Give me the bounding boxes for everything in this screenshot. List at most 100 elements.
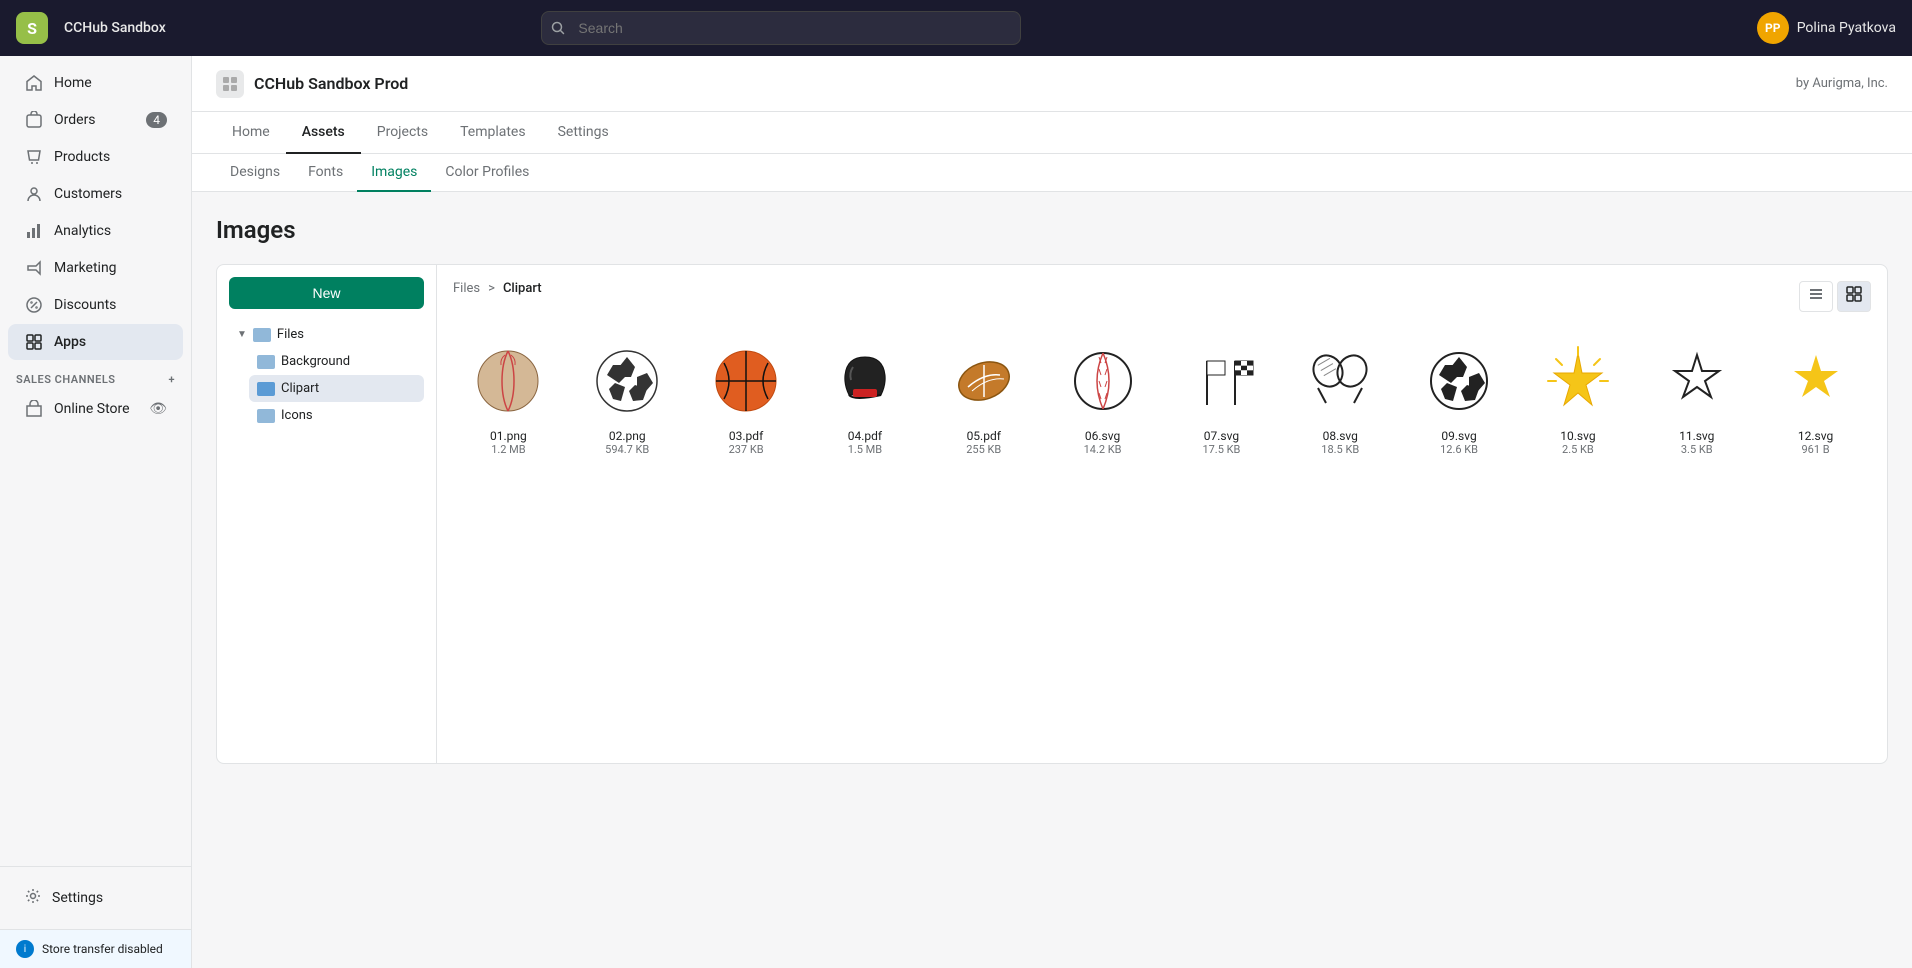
sub-tab-images[interactable]: Images	[357, 154, 431, 192]
sidebar-item-discounts[interactable]: Discounts	[8, 287, 183, 323]
sub-tab-fonts[interactable]: Fonts	[294, 154, 357, 192]
sidebar-item-customers[interactable]: Customers	[8, 176, 183, 212]
page-title: Images	[216, 216, 1888, 244]
sidebar-item-label: Customers	[54, 186, 122, 202]
tree-icons-label: Icons	[281, 408, 313, 423]
file-name: 02.png	[609, 429, 646, 443]
file-thumbnail	[1538, 341, 1618, 421]
user-menu[interactable]: PP Polina Pyatkova	[1757, 12, 1896, 44]
file-item-05[interactable]: 05.pdf 255 KB	[928, 328, 1039, 465]
file-size: 237 KB	[729, 443, 764, 456]
file-thumbnail	[1181, 341, 1261, 421]
file-thumbnail	[1657, 341, 1737, 421]
file-size: 14.2 KB	[1084, 443, 1122, 456]
file-grid: 01.png 1.2 MB	[453, 328, 1871, 465]
online-store-eye-icon[interactable]: 👁	[149, 401, 167, 417]
avatar: PP	[1757, 12, 1789, 44]
file-item-06[interactable]: 06.svg 14.2 KB	[1047, 328, 1158, 465]
search-icon	[551, 21, 565, 35]
breadcrumb-clipart: Clipart	[503, 281, 542, 296]
sidebar-item-label: Marketing	[54, 260, 117, 276]
file-thumbnail	[1419, 341, 1499, 421]
orders-icon	[24, 110, 44, 130]
sidebar-item-home[interactable]: Home	[8, 65, 183, 101]
shopify-logo: S	[16, 12, 48, 44]
file-item-08[interactable]: 08.svg 18.5 KB	[1285, 328, 1396, 465]
file-item-07[interactable]: 07.svg 17.5 KB	[1166, 328, 1277, 465]
search-input[interactable]	[541, 11, 1021, 45]
store-transfer-label: Store transfer disabled	[42, 942, 163, 956]
marketing-icon	[24, 258, 44, 278]
tree-item-clipart[interactable]: Clipart	[249, 375, 424, 402]
new-button[interactable]: New	[229, 277, 424, 309]
file-item-11[interactable]: 11.svg 3.5 KB	[1641, 328, 1752, 465]
app-name: CCHub Sandbox Prod	[254, 74, 408, 93]
file-grid-area: Files > Clipart	[437, 265, 1887, 763]
file-size: 3.5 KB	[1681, 443, 1713, 456]
file-item-01[interactable]: 01.png 1.2 MB	[453, 328, 564, 465]
file-name: 04.pdf	[848, 429, 882, 443]
file-size: 18.5 KB	[1321, 443, 1359, 456]
folder-icon	[257, 355, 275, 369]
sidebar-item-products[interactable]: Products	[8, 139, 183, 175]
file-item-10[interactable]: 10.svg 2.5 KB	[1523, 328, 1634, 465]
add-sales-channel-button[interactable]: +	[168, 373, 175, 386]
tab-home[interactable]: Home	[216, 112, 286, 154]
tree-item-background[interactable]: Background	[249, 348, 424, 375]
tree-item-files[interactable]: ▼ Files	[229, 321, 424, 348]
file-name: 07.svg	[1204, 429, 1239, 443]
sidebar-item-apps[interactable]: Apps	[8, 324, 183, 360]
sidebar-item-label: Products	[54, 149, 110, 165]
tab-assets[interactable]: Assets	[286, 112, 361, 154]
search-bar	[541, 11, 1021, 45]
file-thumbnail	[706, 341, 786, 421]
sidebar-item-orders[interactable]: Orders 4	[8, 102, 183, 138]
settings-icon	[24, 887, 42, 909]
tab-settings[interactable]: Settings	[542, 112, 625, 154]
sidebar-item-analytics[interactable]: Analytics	[8, 213, 183, 249]
file-thumbnail	[468, 341, 548, 421]
sub-tab-color-profiles[interactable]: Color Profiles	[431, 154, 543, 192]
file-item-12[interactable]: 12.svg 961 B	[1760, 328, 1871, 465]
tree-files-label: Files	[277, 327, 304, 342]
app-title: CCHub Sandbox Prod	[216, 70, 408, 98]
sidebar-item-marketing[interactable]: Marketing	[8, 250, 183, 286]
info-icon: i	[16, 940, 34, 958]
breadcrumb: Files > Clipart	[453, 281, 542, 296]
file-size: 1.5 MB	[848, 443, 882, 456]
file-name: 11.svg	[1679, 429, 1714, 443]
sidebar-footer: Settings	[0, 866, 191, 929]
file-name: 10.svg	[1560, 429, 1595, 443]
file-tree: New ▼ Files Background Clipart	[217, 265, 437, 763]
app-icon	[216, 70, 244, 98]
sidebar-item-online-store[interactable]: Online Store 👁	[8, 391, 183, 427]
sidebar-item-label: Analytics	[54, 223, 111, 239]
sub-tabs: Designs Fonts Images Color Profiles	[192, 154, 1912, 192]
sidebar-nav: Home Orders 4 Products Customers	[0, 56, 191, 866]
breadcrumb-files[interactable]: Files	[453, 281, 480, 296]
file-thumbnail	[587, 341, 667, 421]
file-item-04[interactable]: 04.pdf 1.5 MB	[810, 328, 921, 465]
tab-projects[interactable]: Projects	[361, 112, 444, 154]
file-name: 06.svg	[1085, 429, 1120, 443]
sidebar: Home Orders 4 Products Customers	[0, 56, 192, 968]
grid-view-button[interactable]	[1837, 281, 1871, 312]
online-store-icon	[24, 399, 44, 419]
app-header: CCHub Sandbox Prod by Aurigma, Inc.	[192, 56, 1912, 112]
list-view-button[interactable]	[1799, 281, 1833, 312]
file-item-02[interactable]: 02.png 594.7 KB	[572, 328, 683, 465]
file-name: 09.svg	[1441, 429, 1476, 443]
file-item-03[interactable]: 03.pdf 237 KB	[691, 328, 802, 465]
settings-button[interactable]: Settings	[8, 879, 183, 917]
file-item-09[interactable]: 09.svg 12.6 KB	[1404, 328, 1515, 465]
main-tabs: Home Assets Projects Templates Settings	[192, 112, 1912, 154]
sidebar-item-label: Home	[54, 75, 92, 91]
sidebar-item-label: Apps	[54, 334, 86, 350]
tab-templates[interactable]: Templates	[444, 112, 542, 154]
file-size: 17.5 KB	[1202, 443, 1240, 456]
sub-tab-designs[interactable]: Designs	[216, 154, 294, 192]
tree-background-label: Background	[281, 354, 350, 369]
content-area: Images New ▼ Files Background	[192, 192, 1912, 788]
view-controls	[1799, 281, 1871, 312]
tree-item-icons[interactable]: Icons	[249, 402, 424, 429]
